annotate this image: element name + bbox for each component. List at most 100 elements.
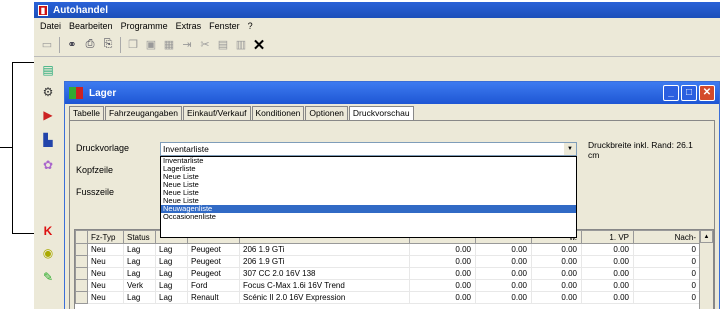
row-selector[interactable] (75, 255, 88, 268)
dropdown-option[interactable]: Neuwagenliste (161, 205, 576, 213)
row-selector[interactable] (75, 291, 88, 304)
maximize-button[interactable]: □ (681, 85, 697, 101)
dropdown-option[interactable]: Neue Liste (161, 173, 576, 181)
table-cell: Peugeot (187, 255, 240, 268)
table-cell: 0.00 (409, 267, 476, 280)
lager-title: Lager (89, 87, 117, 99)
pen-icon[interactable]: ✎ (40, 270, 56, 284)
column-header[interactable]: Nach- (633, 230, 701, 244)
car-icon[interactable]: ◉ (40, 246, 56, 260)
tab-fahrzeugangaben[interactable]: Fahrzeugangaben (104, 106, 182, 121)
table-cell: Peugeot (187, 267, 240, 280)
table-cell: 0.00 (531, 255, 582, 268)
print-preview-icon[interactable]: ⎘ (99, 36, 117, 54)
vehicle-table: Fz-TypStatusw.1. VPNach- NeuLagLagPeugeo… (74, 229, 714, 309)
column-header[interactable]: 1. VP (581, 230, 634, 244)
vertical-scrollbar[interactable]: ▲ (699, 230, 713, 309)
scroll-up-icon[interactable]: ▲ (700, 230, 713, 243)
table-row[interactable]: Neu Verk Lag Ford Focus C-Max 1.6i 16V Trend… (75, 279, 701, 292)
column-header[interactable] (75, 230, 88, 244)
table-cell: Neu (87, 255, 124, 268)
table-cell: Lag (155, 267, 188, 280)
print-icon[interactable]: ⎙ (81, 36, 99, 54)
dropdown-option[interactable]: Neue Liste (161, 189, 576, 197)
table-cell: Neu (87, 291, 124, 304)
minimize-button[interactable]: _ (663, 85, 679, 101)
copy-icon[interactable]: ❐ (124, 36, 142, 54)
table-cell: 0.00 (409, 279, 476, 292)
tab-einkauf-verkauf[interactable]: Einkauf/Verkauf (182, 106, 251, 121)
menu-extras[interactable]: Extras (172, 21, 206, 31)
close-icon[interactable]: ✕ (250, 36, 268, 54)
row-selector[interactable] (75, 243, 88, 256)
table-cell: 0.00 (475, 255, 532, 268)
table-cell: 0.00 (409, 255, 476, 268)
table-cell: 0 (633, 255, 701, 268)
menu-programme[interactable]: Programme (117, 21, 172, 31)
chevron-down-icon[interactable]: ▼ (564, 143, 576, 155)
new-icon[interactable]: ▭ (38, 36, 56, 54)
table-cell: Lag (123, 255, 156, 268)
table-cell: 0.00 (475, 279, 532, 292)
insert-icon[interactable]: ⇥ (178, 36, 196, 54)
table-cell: 0 (633, 243, 701, 256)
close-button[interactable]: ✕ (699, 85, 715, 101)
report-icon[interactable]: ▤ (40, 63, 56, 77)
table-cell: Peugeot (187, 243, 240, 256)
table-cell: 0 (633, 267, 701, 280)
column-header[interactable]: Status (123, 230, 156, 244)
table-cell: 307 CC 2.0 16V 138 (239, 267, 410, 280)
toolbar-separator (59, 36, 60, 53)
dropdown-option[interactable]: Neue Liste (161, 181, 576, 189)
druckvorlage-label: Druckvorlage (76, 143, 130, 153)
table-cell: 0.00 (581, 255, 634, 268)
tab-konditionen[interactable]: Konditionen (251, 106, 305, 121)
table-row[interactable]: Neu Lag Lag Renault Scénic II 2.0 16V Expres… (75, 291, 701, 304)
table-cell: Scénic II 2.0 16V Expression (239, 291, 410, 304)
settings-icon[interactable]: ⚙ (40, 85, 56, 99)
column-header[interactable]: Fz-Typ (87, 230, 124, 244)
tab-tabelle[interactable]: Tabelle (69, 106, 104, 121)
binoculars-icon[interactable]: ⚭ (63, 36, 81, 54)
table-cell: 0 (633, 279, 701, 292)
grid-icon[interactable]: ▦ (160, 36, 178, 54)
row-selector[interactable] (75, 267, 88, 280)
table-row[interactable]: Neu Lag Lag Peugeot 307 CC 2.0 16V 138 0.00 0.… (75, 267, 701, 280)
table-cell: Renault (187, 291, 240, 304)
table-cell: Lag (155, 279, 188, 292)
app-titlebar: ▮ Autohandel (34, 2, 720, 18)
dropdown-option[interactable]: Neue Liste (161, 197, 576, 205)
row-selector[interactable] (75, 279, 88, 292)
table-row[interactable]: Neu Lag Lag Peugeot 206 1.9 GTi 0.00 0.00 0.00 0… (75, 255, 701, 268)
gift-icon[interactable]: ✿ (40, 158, 56, 172)
kopfzeile-label: Kopfzeile (76, 165, 114, 175)
cut-icon[interactable]: ✂ (196, 36, 214, 54)
save-icon[interactable]: ▣ (142, 36, 160, 54)
tab-strip: Tabelle Fahrzeugangaben Einkauf/Verkauf … (69, 106, 415, 122)
table-cell: Focus C-Max 1.6i 16V Trend (239, 279, 410, 292)
close-icon[interactable]: K (40, 224, 56, 238)
truck-icon[interactable]: ▶ (40, 108, 56, 122)
table-cell: Neu (87, 267, 124, 280)
lager-icon (69, 87, 83, 99)
clipboard-icon[interactable]: ▥ (232, 36, 250, 54)
dropdown-option[interactable]: Inventarliste (161, 157, 576, 165)
table-row[interactable]: Neu Lag Lag Peugeot 206 1.9 GTi 0.00 0.00 0.00 0… (75, 243, 701, 256)
table-cell: Ford (187, 279, 240, 292)
dropdown-option[interactable]: Occasionenliste (161, 213, 576, 221)
druckvorschau-panel: Druckvorlage Kopfzeile Fusszeile Inventa… (69, 120, 715, 309)
menu-bearbeiten[interactable]: Bearbeiten (65, 21, 117, 31)
menu-help[interactable]: ? (244, 21, 257, 31)
druckvorlage-select[interactable]: Inventarliste ▼ (160, 142, 577, 156)
menubar: Datei Bearbeiten Programme Extras Fenste… (34, 18, 720, 33)
menu-fenster[interactable]: Fenster (205, 21, 244, 31)
table-cell: Lag (123, 267, 156, 280)
fusszeile-label: Fusszeile (76, 187, 115, 197)
table-cell: 0.00 (581, 279, 634, 292)
app-window: ▮ Autohandel Datei Bearbeiten Programme … (34, 2, 720, 309)
tab-optionen[interactable]: Optionen (305, 106, 348, 121)
dropdown-option[interactable]: Lagerliste (161, 165, 576, 173)
paste-icon[interactable]: ▤ (214, 36, 232, 54)
chart-icon[interactable]: ▙ (40, 133, 56, 147)
menu-datei[interactable]: Datei (36, 21, 65, 31)
